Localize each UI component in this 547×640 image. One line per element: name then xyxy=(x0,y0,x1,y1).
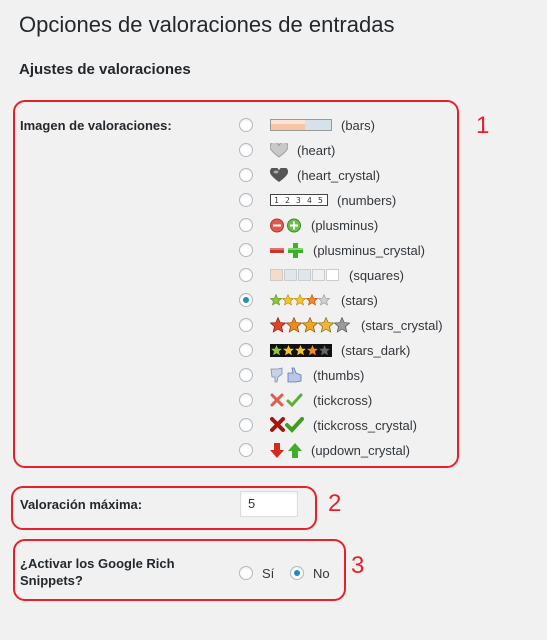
option-label-heart: (heart) xyxy=(297,142,336,158)
rich-snippets-label: ¿Activar los Google Rich Snippets? xyxy=(20,556,175,588)
radio-squares[interactable] xyxy=(239,268,253,282)
option-stars-dark[interactable]: (stars_dark) xyxy=(239,340,410,360)
svg-text:1: 1 xyxy=(274,196,279,205)
radio-heart[interactable] xyxy=(239,143,253,157)
radio-updown-crystal[interactable] xyxy=(239,443,253,457)
page-title: Opciones de valoraciones de entradas xyxy=(19,12,395,37)
option-label-stars-dark: (stars_dark) xyxy=(341,342,411,358)
squares-icon xyxy=(270,266,340,284)
option-heart-crystal[interactable]: (heart_crystal) xyxy=(239,165,380,185)
heart-crystal-icon xyxy=(270,166,288,184)
max-rating-input[interactable]: 5 xyxy=(240,491,298,517)
rich-snippets-no-label: No xyxy=(313,565,330,581)
annotation-number-1: 1 xyxy=(476,112,490,139)
rich-snippets-no-radio[interactable] xyxy=(290,566,304,580)
option-label-thumbs: (thumbs) xyxy=(313,367,365,383)
option-updown-crystal[interactable]: (updown_crystal) xyxy=(239,440,410,460)
radio-numbers[interactable] xyxy=(239,193,253,207)
max-rating-label: Valoración máxima: xyxy=(20,497,143,512)
option-tickcross[interactable]: (tickcross) xyxy=(239,390,372,410)
option-label-numbers: (numbers) xyxy=(337,192,397,208)
updown-crystal-icon xyxy=(270,441,302,459)
rich-snippets-yes-label: Sí xyxy=(262,565,275,581)
option-thumbs[interactable]: (thumbs) xyxy=(239,365,364,385)
tickcross-crystal-icon xyxy=(270,416,304,434)
option-label-stars-crystal: (stars_crystal) xyxy=(361,317,443,333)
radio-tickcross-crystal[interactable] xyxy=(239,418,253,432)
rich-snippets-yes-option[interactable]: Sí xyxy=(239,563,274,583)
section-title: Ajustes de valoraciones xyxy=(19,61,191,78)
plusminus-icon xyxy=(270,216,302,234)
plusminus-crystal-icon xyxy=(270,241,304,259)
annotation-number-2: 2 xyxy=(328,490,342,517)
option-label-stars: (stars) xyxy=(341,292,378,308)
option-label-squares: (squares) xyxy=(349,267,404,283)
thumbs-icon xyxy=(270,366,304,384)
option-tickcross-crystal[interactable]: (tickcross_crystal) xyxy=(239,415,417,435)
radio-plusminus[interactable] xyxy=(239,218,253,232)
option-label-heart-crystal: (heart_crystal) xyxy=(297,167,381,183)
option-label-tickcross: (tickcross) xyxy=(313,392,373,408)
radio-stars-crystal[interactable] xyxy=(239,318,253,332)
stars-dark-icon xyxy=(270,341,332,359)
rich-snippets-yes-radio[interactable] xyxy=(239,566,253,580)
stars-icon xyxy=(270,291,332,309)
numbers-icon: 12345 xyxy=(270,191,328,209)
svg-text:4: 4 xyxy=(307,196,312,205)
annotation-number-3: 3 xyxy=(351,552,365,579)
option-label-plusminus: (plusminus) xyxy=(311,217,379,233)
option-numbers[interactable]: 12345 (numbers) xyxy=(239,190,396,210)
radio-plusminus-crystal[interactable] xyxy=(239,243,253,257)
option-stars-crystal[interactable]: (stars_crystal) xyxy=(239,315,443,335)
option-label-bars: (bars) xyxy=(341,117,375,133)
radio-heart-crystal[interactable] xyxy=(239,168,253,182)
radio-tickcross[interactable] xyxy=(239,393,253,407)
option-heart[interactable]: (heart) xyxy=(239,140,335,160)
stars-crystal-icon xyxy=(270,316,352,334)
rich-snippets-no-option[interactable]: No xyxy=(290,563,330,583)
option-bars[interactable]: (bars) xyxy=(239,115,375,135)
option-plusminus[interactable]: (plusminus) xyxy=(239,215,378,235)
option-plusminus-crystal[interactable]: (plusminus_crystal) xyxy=(239,240,425,260)
svg-text:2: 2 xyxy=(285,196,290,205)
rating-image-label: Imagen de valoraciones: xyxy=(20,118,172,133)
svg-text:5: 5 xyxy=(318,196,323,205)
option-stars[interactable]: (stars) xyxy=(239,290,378,310)
svg-text:3: 3 xyxy=(296,196,301,205)
radio-bars[interactable] xyxy=(239,118,253,132)
option-squares[interactable]: (squares) xyxy=(239,265,404,285)
option-label-tickcross-crystal: (tickcross_crystal) xyxy=(313,417,418,433)
option-label-plusminus-crystal: (plusminus_crystal) xyxy=(313,242,425,258)
option-label-updown-crystal: (updown_crystal) xyxy=(311,442,410,458)
tickcross-icon xyxy=(270,391,304,409)
heart-icon xyxy=(270,141,288,159)
radio-stars-dark[interactable] xyxy=(239,343,253,357)
radio-stars[interactable] xyxy=(239,293,253,307)
radio-thumbs[interactable] xyxy=(239,368,253,382)
bars-icon xyxy=(270,116,332,134)
